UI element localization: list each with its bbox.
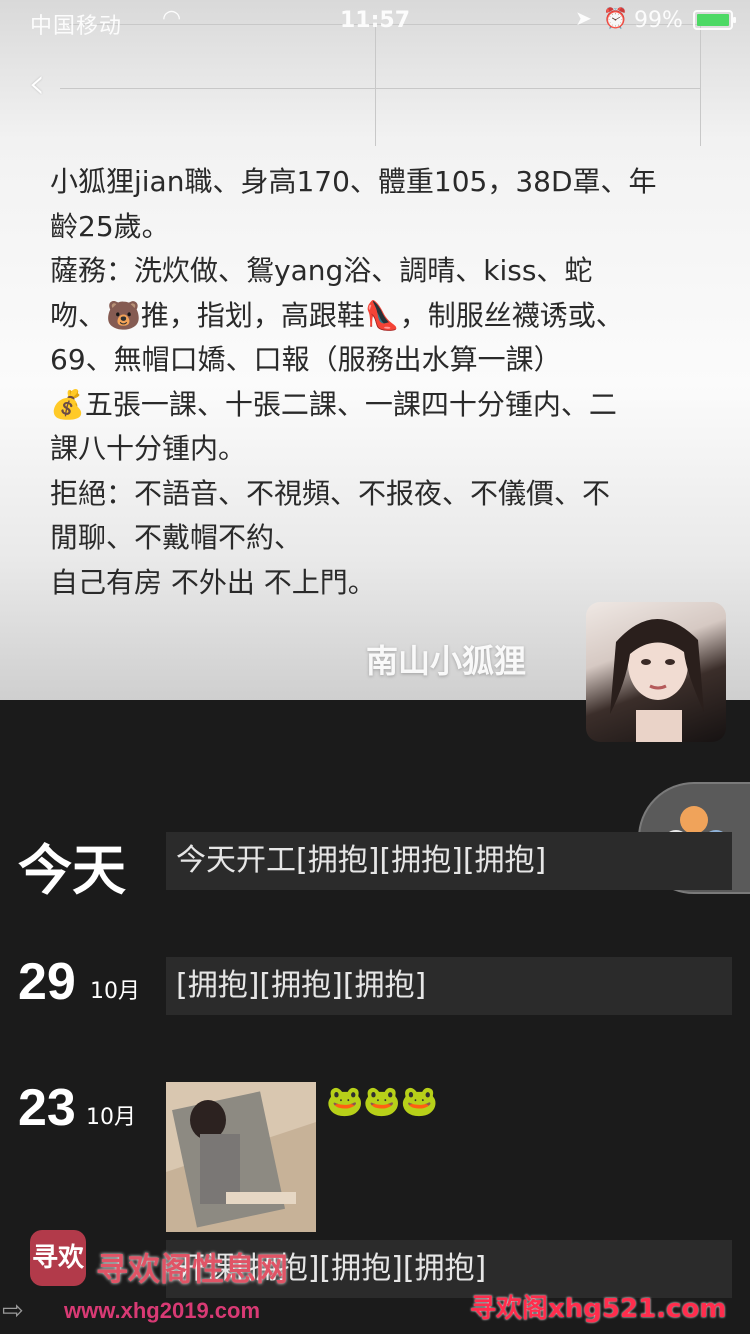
- date-today: 今天: [18, 839, 126, 902]
- cover-line: [700, 24, 701, 146]
- signature-line: 閒聊、不戴帽不約、: [50, 521, 303, 554]
- location-arrow-icon: ➤: [575, 6, 592, 30]
- moment-photo-image: [166, 1082, 316, 1232]
- signature-line: 💰五張一課、十張二課、一課四十分锺内、二: [50, 387, 617, 421]
- status-bar: 中国移动 ◠ 11:57 ➤ ⏰ 99%: [0, 0, 750, 40]
- back-button[interactable]: ‹: [28, 62, 68, 106]
- date-month: 10月: [90, 979, 140, 1004]
- moment-text-bubble[interactable]: [拥抱][拥抱][拥抱]: [166, 957, 732, 1015]
- signature-line: 薩務：洗炊做、鴛yang浴、調晴、kiss、蛇: [50, 254, 593, 287]
- signature-line: 拒絕：不語音、不視頻、不报夜、不儀價、不: [50, 476, 611, 510]
- signature-line: 小狐狸jian職、身高170、體重105，38D罩、年: [50, 165, 657, 198]
- signature-line: 齡25歲。: [50, 209, 170, 243]
- moment-text-bubble[interactable]: 今天开工[拥抱][拥抱][拥抱]: [166, 832, 732, 890]
- signature-line: 自己有房 不外出 不上門。: [50, 565, 376, 599]
- battery-percent: 99%: [634, 8, 683, 33]
- site-logo: 寻欢: [30, 1230, 86, 1286]
- date-day: 29: [18, 953, 76, 1011]
- moment-photo[interactable]: [166, 1082, 316, 1232]
- date-month: 10月: [86, 1105, 136, 1130]
- chevron-left-icon: ‹: [28, 58, 46, 109]
- cover-line: [60, 88, 700, 89]
- arrow-right-icon: ⇨: [2, 1296, 24, 1326]
- alarm-clock-icon: ⏰: [603, 6, 628, 30]
- watermark-site-name: 寻欢阁性息网: [96, 1250, 289, 1288]
- battery-fill: [697, 14, 729, 26]
- signature-line: 課八十分锺内。: [50, 432, 247, 465]
- battery-icon: [693, 10, 736, 30]
- profile-cover: 小狐狸jian職、身高170、體重105，38D罩、年 齡25歲。 薩務：洗炊做…: [0, 0, 750, 700]
- profile-signature: 小狐狸jian職、身高170、體重105，38D罩、年 齡25歲。 薩務：洗炊做…: [50, 160, 720, 605]
- widget-bubble-icon: [680, 806, 708, 834]
- battery-cap: [733, 17, 736, 23]
- watermark-url: 寻欢阁xhg521.com: [470, 1294, 727, 1324]
- signature-line: 69、無帽口嬌、口報（服務出水算一課）: [50, 343, 562, 376]
- avatar-image: [610, 618, 704, 742]
- signature-line: 吻、🐻推，指划，高跟鞋👠，制服丝襪诱或、: [50, 298, 624, 332]
- watermark-url: www.xhg2019.com: [64, 1298, 261, 1323]
- avatar[interactable]: [586, 602, 726, 742]
- date-day: 23: [18, 1079, 76, 1137]
- moment-emojis: 🐸🐸🐸: [326, 1084, 439, 1119]
- profile-nickname: 南山小狐狸: [366, 642, 527, 680]
- cover-line: [375, 24, 376, 146]
